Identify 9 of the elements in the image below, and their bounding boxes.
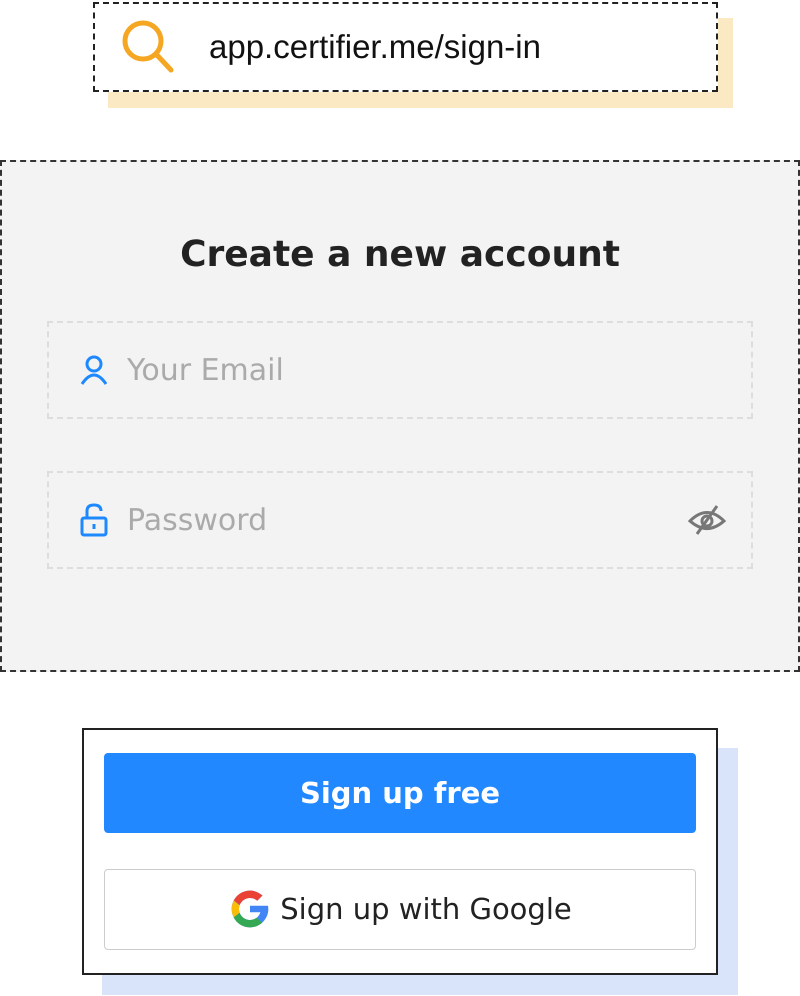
address-bar[interactable]: app.certifier.me/sign-in: [93, 2, 718, 92]
padlock-icon: [79, 503, 109, 537]
google-sign-up-button[interactable]: Sign up with Google: [104, 868, 696, 950]
input-field[interactable]: Your Email: [47, 321, 753, 419]
input-field[interactable]: Password: [47, 471, 753, 569]
eye-slash-icon[interactable]: [687, 504, 727, 536]
user-icon: [79, 354, 109, 386]
form-title: Create a new account: [180, 234, 620, 275]
url-text: app.certifier.me/sign-in: [209, 28, 541, 66]
